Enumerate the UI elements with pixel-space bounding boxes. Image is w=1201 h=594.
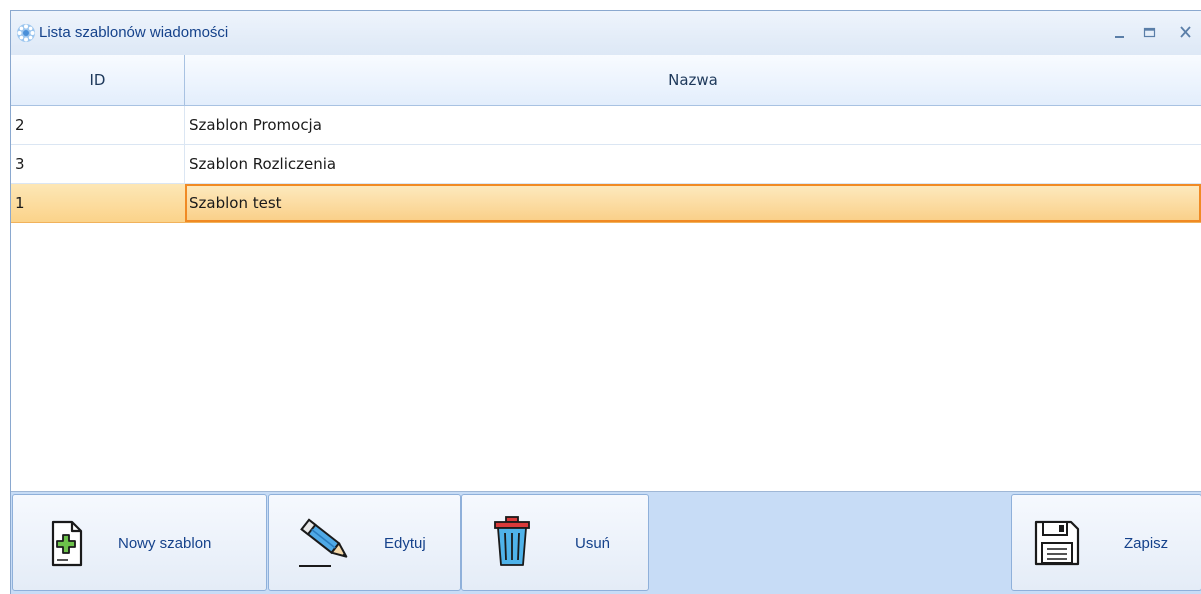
table-row-selected[interactable]: 1 Szablon test [11, 184, 1201, 223]
close-icon[interactable] [1175, 21, 1197, 43]
table-row[interactable]: 2 Szablon Promocja [11, 106, 1201, 145]
app-icon [17, 24, 35, 42]
cell-id[interactable]: 1 [11, 184, 185, 222]
grid-header: ID Nazwa [11, 55, 1201, 106]
edit-label: Edytuj [384, 535, 426, 552]
cell-name[interactable]: Szablon Rozliczenia [185, 145, 1201, 183]
edit-button[interactable]: Edytuj [268, 494, 461, 591]
bottom-toolbar: Nowy szablon Edytuj Usuń Zapisz [11, 492, 1201, 594]
grid-rows: 2 Szablon Promocja 3 Szablon Rozliczenia… [11, 106, 1201, 223]
templates-grid[interactable]: ID Nazwa 2 Szablon Promocja 3 Szablon Ro… [11, 55, 1201, 492]
maximize-icon[interactable] [1139, 21, 1161, 43]
cell-id[interactable]: 2 [11, 106, 185, 144]
title-bar[interactable]: Lista szablonów wiadomości [11, 11, 1201, 56]
table-row[interactable]: 3 Szablon Rozliczenia [11, 145, 1201, 184]
window-title: Lista szablonów wiadomości [39, 24, 229, 41]
minimize-icon[interactable] [1109, 21, 1131, 43]
delete-label: Usuń [575, 535, 611, 552]
column-header-name[interactable]: Nazwa [185, 55, 1201, 105]
new-document-icon [51, 520, 83, 567]
save-button[interactable]: Zapisz [1011, 494, 1201, 591]
pencil-icon [299, 518, 348, 567]
new-template-button[interactable]: Nowy szablon [12, 494, 267, 591]
floppy-disk-icon [1034, 520, 1080, 566]
delete-button[interactable]: Usuń [461, 494, 649, 591]
cell-name-focused[interactable]: Szablon test [185, 184, 1201, 222]
new-template-label: Nowy szablon [118, 535, 212, 552]
save-label: Zapisz [1124, 535, 1169, 552]
cell-id[interactable]: 3 [11, 145, 185, 183]
cell-name[interactable]: Szablon Promocja [185, 106, 1201, 144]
trash-icon [494, 516, 530, 566]
template-list-window: Lista szablonów wiadomości ID Nazwa 2 Sz… [10, 10, 1201, 594]
column-header-id[interactable]: ID [11, 55, 185, 105]
